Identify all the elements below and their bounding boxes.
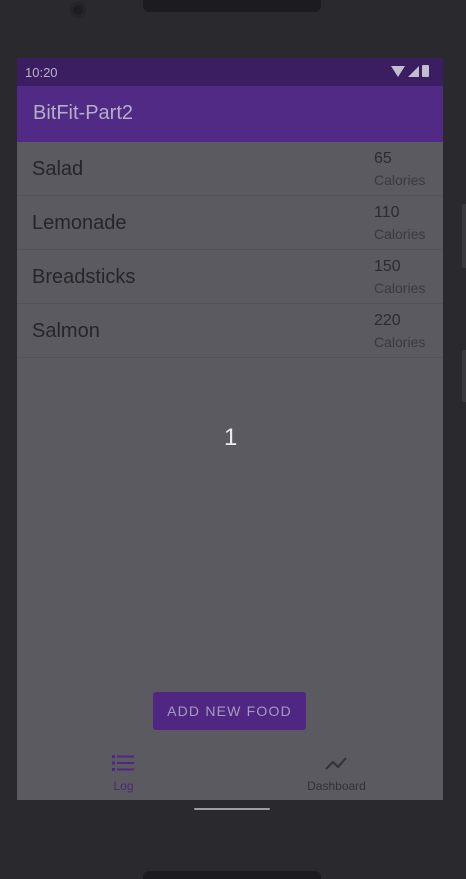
wifi-icon [391,65,405,77]
app-title: BitFit-Part2 [33,102,134,124]
nav-label-dashboard: Dashboard [307,779,366,793]
food-name: Breadsticks [32,266,136,288]
list-icon [112,755,134,771]
list-item[interactable]: Salad 65 Calories [17,142,443,196]
device-bottom-bezel [143,871,321,879]
status-icons [391,65,429,77]
home-indicator[interactable] [194,808,270,810]
food-list: Salad 65 Calories Lemonade 110 Calories … [17,142,443,358]
overlay-number: 1 [224,424,238,451]
food-calories-unit: Calories [374,334,426,350]
nav-label-log: Log [113,779,134,793]
device-frame: 10:20 BitFit-Part2 Salad 65 Calories Lem… [0,0,466,879]
list-item[interactable]: Lemonade 110 Calories [17,196,443,250]
food-name: Salad [32,158,84,180]
food-calories: 150 [374,258,401,275]
food-calories-unit: Calories [374,280,426,296]
add-new-food-button[interactable]: ADD NEW FOOD [153,692,306,730]
food-calories: 110 [374,204,400,221]
bottom-nav: Log Dashboard [17,744,443,800]
signal-icon [408,65,419,77]
food-calories-unit: Calories [374,172,426,188]
food-calories: 65 [374,150,392,167]
status-bar: 10:20 [17,58,443,86]
nav-item-dashboard[interactable]: Dashboard [230,744,443,800]
camera-icon [70,2,86,18]
volume-button [462,204,466,268]
power-button [462,350,466,402]
food-calories-unit: Calories [374,226,426,242]
status-time: 10:20 [25,65,58,80]
food-calories: 220 [374,312,401,329]
nav-item-log[interactable]: Log [17,744,230,800]
battery-icon [422,65,429,77]
food-name: Salmon [32,320,100,342]
device-top-bezel [143,0,321,12]
food-name: Lemonade [32,212,127,234]
app-bar: BitFit-Part2 [17,86,443,142]
screen: 10:20 BitFit-Part2 Salad 65 Calories Lem… [17,58,443,800]
list-item[interactable]: Salmon 220 Calories [17,304,443,358]
trending-icon [325,757,347,770]
list-item[interactable]: Breadsticks 150 Calories [17,250,443,304]
